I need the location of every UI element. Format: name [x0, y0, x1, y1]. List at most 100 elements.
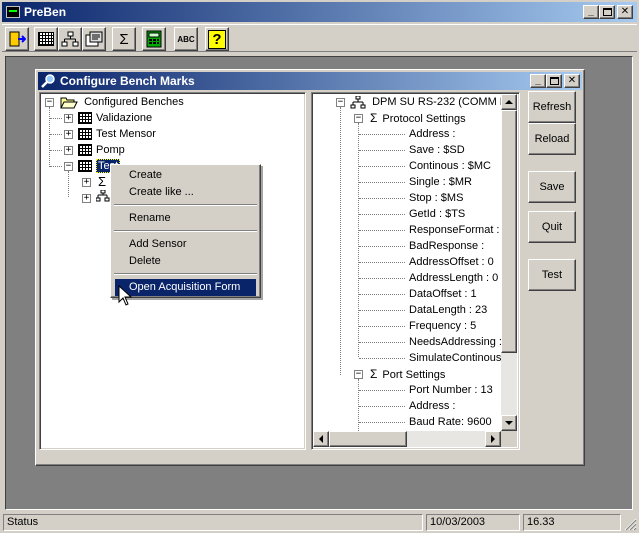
collapse-toggle-protocol[interactable]: −	[354, 114, 363, 123]
tree-leaf-protocol[interactable]: ResponseFormat :	[409, 222, 499, 238]
expand-toggle-test-port[interactable]: +	[82, 194, 91, 203]
help-icon: ?	[208, 29, 226, 49]
scroll-up-button[interactable]	[501, 94, 517, 110]
scroll-left-button[interactable]	[313, 431, 329, 447]
tree-connector	[359, 294, 405, 295]
tree-leaf-protocol[interactable]: GetId : $TS	[409, 206, 465, 222]
tree-leaf-port[interactable]: Port Number : 13	[409, 382, 493, 398]
menu-item-rename[interactable]: Rename	[115, 210, 256, 227]
refresh-button[interactable]: Refresh	[528, 91, 576, 123]
tree-leaf-protocol[interactable]: Frequency : 5	[409, 318, 476, 334]
exit-button[interactable]	[5, 27, 29, 51]
horizontal-scroll-thumb[interactable]	[329, 431, 407, 447]
expand-toggle-pomp[interactable]: +	[64, 146, 73, 155]
table-icon	[78, 128, 92, 141]
maximize-icon	[549, 77, 559, 85]
tree-connector	[359, 214, 405, 215]
close-button[interactable]: ✕	[617, 5, 633, 19]
horizontal-scrollbar[interactable]	[313, 431, 501, 447]
tree-node-pomp[interactable]: Pomp	[78, 142, 125, 158]
tree-leaf-protocol[interactable]: AddressOffset : 0	[409, 254, 494, 270]
expand-toggle-validazione[interactable]: +	[64, 114, 73, 123]
mouse-pointer-icon	[118, 285, 132, 306]
tree-node-device[interactable]: DPM SU RS-232 (COMM PO	[350, 94, 516, 110]
tree-leaf-port[interactable]: Address :	[409, 398, 455, 414]
calculator-button[interactable]	[142, 27, 166, 51]
sigma-icon: Σ	[370, 111, 378, 125]
maximize-button[interactable]	[599, 5, 615, 19]
scroll-thumb[interactable]	[501, 110, 517, 353]
tree-leaf-protocol[interactable]: Single : $MR	[409, 174, 472, 190]
tree-node-test-port[interactable]	[95, 189, 110, 206]
close-icon: ✕	[620, 6, 630, 17]
main-titlebar: PreBen	[2, 2, 637, 22]
magnifier-icon	[41, 74, 55, 88]
table-icon	[78, 160, 92, 173]
properties-button[interactable]	[82, 27, 106, 51]
menu-item-open-acquisition-form[interactable]: Open Acquisition Form	[115, 279, 256, 296]
collapse-toggle-test[interactable]: −	[64, 162, 73, 171]
tree-connector	[359, 198, 405, 199]
tree-leaf-protocol[interactable]: DataOffset : 1	[409, 286, 477, 302]
sigma-icon: Σ	[119, 30, 129, 48]
tree-leaf-port[interactable]: Baud Rate: 9600	[409, 414, 492, 430]
dialog-minimize-button[interactable]: _	[530, 74, 546, 88]
exit-icon	[9, 31, 26, 47]
vertical-scrollbar[interactable]	[501, 94, 517, 431]
app-title: PreBen	[24, 5, 67, 19]
tree-button[interactable]	[58, 27, 82, 51]
sigma-icon: Σ	[370, 367, 378, 381]
tree-node-test-mensor[interactable]: Test Mensor	[78, 126, 156, 142]
device-tree[interactable]: − DPM SU RS-232 (COMM PO − Σ Protocol Set…	[311, 92, 520, 450]
resize-grip-icon[interactable]	[623, 517, 637, 531]
tree-icon	[61, 31, 79, 47]
context-menu: Create Create like ... Rename Add Sensor…	[110, 164, 261, 298]
tree-node-port-settings[interactable]: Σ Port Settings	[370, 366, 445, 382]
menu-separator	[114, 230, 257, 232]
expand-toggle-test-mensor[interactable]: +	[64, 130, 73, 139]
tree-node-validazione[interactable]: Validazione	[78, 110, 152, 126]
tree-leaf-protocol[interactable]: BadResponse :	[409, 238, 484, 254]
menu-item-create-like[interactable]: Create like ...	[115, 184, 256, 201]
tree-leaf-protocol[interactable]: DataLength : 23	[409, 302, 487, 318]
preben-app-icon	[6, 6, 20, 18]
menu-item-create[interactable]: Create	[115, 167, 256, 184]
menu-item-delete[interactable]: Delete	[115, 253, 256, 270]
collapse-toggle-root[interactable]: −	[45, 98, 54, 107]
tree-node-protocol-settings[interactable]: Σ Protocol Settings	[370, 110, 466, 126]
tree-leaf-protocol[interactable]: AddressLength : 0	[409, 270, 498, 286]
tree-leaf-protocol[interactable]: Address :	[409, 126, 455, 142]
sigma-button[interactable]: Σ	[112, 27, 136, 51]
tree-leaf-protocol[interactable]: Save : $SD	[409, 142, 465, 158]
collapse-toggle-device[interactable]: −	[336, 98, 345, 107]
tree-node-test-protocol[interactable]: Σ	[98, 174, 106, 190]
tree-connector	[359, 134, 405, 135]
tree-leaf-protocol[interactable]: Stop : $MS	[409, 190, 463, 206]
arrow-right-icon	[491, 435, 495, 443]
network-icon	[350, 95, 366, 109]
toolbar: Σ ABC ?	[2, 24, 637, 52]
tree-leaf-protocol[interactable]: NeedsAddressing :	[409, 334, 502, 350]
dialog-title: Configure Bench Marks	[60, 74, 195, 88]
test-button[interactable]: Test	[528, 259, 576, 291]
scroll-right-button[interactable]	[485, 431, 501, 447]
table-button[interactable]	[34, 27, 58, 51]
spellcheck-button[interactable]: ABC	[174, 27, 198, 51]
minimize-button[interactable]: _	[583, 5, 599, 19]
scroll-down-button[interactable]	[501, 415, 517, 431]
save-button[interactable]: Save	[528, 171, 576, 203]
collapse-toggle-port[interactable]: −	[354, 370, 363, 379]
expand-toggle-test-protocol[interactable]: +	[82, 178, 91, 187]
tree-node-configured-benches[interactable]: Configured Benches	[60, 94, 184, 110]
menu-item-add-sensor[interactable]: Add Sensor	[115, 236, 256, 253]
help-button[interactable]: ?	[205, 27, 229, 51]
arrow-down-icon	[505, 421, 513, 425]
dialog-maximize-button[interactable]	[546, 74, 562, 88]
reload-button[interactable]: Reload	[528, 123, 576, 155]
tree-leaf-protocol[interactable]: SimulateContinous	[409, 350, 501, 366]
table-icon	[78, 112, 92, 125]
quit-button[interactable]: Quit	[528, 211, 576, 243]
table-icon	[78, 144, 92, 157]
dialog-close-button[interactable]: ✕	[564, 74, 580, 88]
tree-leaf-protocol[interactable]: Continous : $MC	[409, 158, 491, 174]
